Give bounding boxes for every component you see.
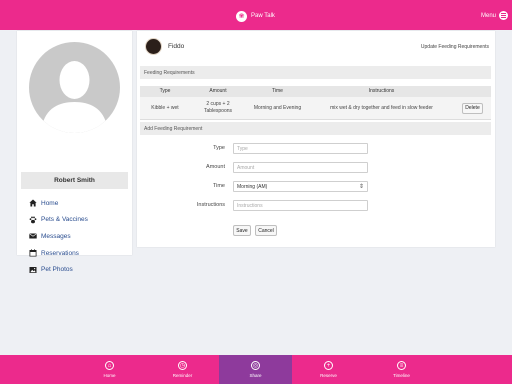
add-feeding-header: Add Feeding Requirement [140, 122, 491, 135]
menu-button[interactable]: Menu [481, 11, 508, 20]
pet-avatar [145, 38, 162, 55]
image-icon [29, 266, 37, 274]
brand-name: Paw Talk [251, 13, 275, 19]
sidebar-item-label: Messages [41, 232, 71, 240]
menu-label: Menu [480, 12, 496, 19]
paw-logo-icon: ❀ [236, 10, 247, 22]
cancel-button[interactable]: Cancel [255, 225, 277, 236]
table-row: Kibble + wet 2 cups + 2 Tablespoons Morn… [140, 97, 491, 120]
time-label: Time [212, 183, 225, 189]
sidebar-item-label: Home [41, 199, 59, 207]
tab-label: Timeline [393, 373, 410, 378]
hamburger-icon [499, 11, 508, 20]
brand[interactable]: ❀ Paw Talk [236, 10, 275, 22]
type-input[interactable]: Type [233, 143, 368, 154]
pet-name: Fiddo [168, 43, 185, 50]
tab-share[interactable]: ◎ Share [219, 355, 292, 384]
tab-reminder[interactable]: ◷ Reminder [146, 355, 219, 384]
save-button[interactable]: Save [233, 225, 251, 236]
column-header-amount: Amount [209, 88, 227, 95]
sidebar-nav: Home Pets & Vaccines Messages Reservatio… [29, 199, 88, 282]
sidebar: Robert Smith Home Pets & Vaccines Messag… [17, 31, 132, 273]
column-header-type: Type [159, 88, 171, 95]
cell-action: Delete [454, 97, 491, 119]
cell-instructions: mix wet & dry together and feed in slow … [330, 104, 433, 111]
home-circle-icon: ⌂ [105, 361, 114, 370]
instructions-input[interactable]: Instructions [233, 200, 368, 211]
amount-input[interactable]: Amount [233, 162, 368, 173]
sidebar-item-label: Pet Photos [41, 266, 73, 274]
cell-type: Kibble + wet [151, 104, 179, 111]
bottom-nav: ⌂ Home ◷ Reminder ◎ Share + Reserve ≡ Ti… [0, 355, 512, 384]
select-caret-icon: ⇕ [358, 184, 364, 190]
tab-timeline[interactable]: ≡ Timeline [365, 355, 438, 384]
tab-label: Reminder [172, 373, 193, 378]
calendar-icon [29, 249, 37, 257]
sidebar-item-reservations[interactable]: Reservations [29, 249, 88, 257]
update-feeding-link[interactable]: Update Feeding Requirements [421, 44, 489, 50]
instructions-label: Instructions [196, 202, 225, 208]
cell-amount: 2 cups + 2 Tablespoons [190, 97, 246, 119]
sidebar-item-label: Reservations [41, 249, 79, 257]
sidebar-item-label: Pets & Vaccines [41, 216, 88, 224]
cell-time: Morning and Evening [253, 104, 302, 111]
time-select[interactable]: Morning (AM) ⇕ [233, 181, 368, 192]
home-icon [29, 199, 37, 207]
tab-label: Reserve [320, 373, 337, 378]
cell-amount-line2: Tablespoons [203, 108, 233, 114]
feeding-panel: Fiddo Update Feeding Requirements Feedin… [137, 31, 495, 247]
person-silhouette-icon [41, 61, 108, 133]
reminder-icon: ◷ [178, 361, 187, 370]
tab-home[interactable]: ⌂ Home [73, 355, 146, 384]
plus-icon: + [324, 361, 333, 370]
user-avatar [29, 42, 120, 133]
tab-label: Share [249, 373, 262, 378]
type-label: Type [213, 145, 225, 151]
envelope-icon [29, 232, 37, 240]
table-header-row: Type Amount Time Instructions [140, 86, 491, 97]
column-header-time: Time [272, 88, 283, 95]
cell-amount-line1: 2 cups + 2 [206, 101, 230, 108]
paw-icon [29, 216, 37, 224]
sidebar-item-pet-photos[interactable]: Pet Photos [29, 266, 88, 274]
sidebar-item-messages[interactable]: Messages [29, 232, 88, 240]
time-select-value: Morning (AM) [237, 183, 268, 190]
column-header-instructions: Instructions [368, 88, 395, 95]
column-header-action [454, 86, 491, 97]
delete-button[interactable]: Delete [462, 102, 483, 114]
tab-reserve[interactable]: + Reserve [292, 355, 365, 384]
timeline-icon: ≡ [397, 361, 406, 370]
share-icon: ◎ [251, 361, 260, 370]
feeding-requirements-header: Feeding Requirements [140, 66, 491, 79]
user-name: Robert Smith [21, 172, 128, 189]
sidebar-item-home[interactable]: Home [29, 199, 88, 207]
amount-label: Amount [206, 164, 225, 170]
feeding-table: Type Amount Time Instructions Kibble + w… [140, 86, 491, 120]
tab-label: Home [103, 373, 116, 378]
top-bar: ❀ Paw Talk Menu [0, 0, 512, 30]
sidebar-item-pets-vaccines[interactable]: Pets & Vaccines [29, 216, 88, 224]
